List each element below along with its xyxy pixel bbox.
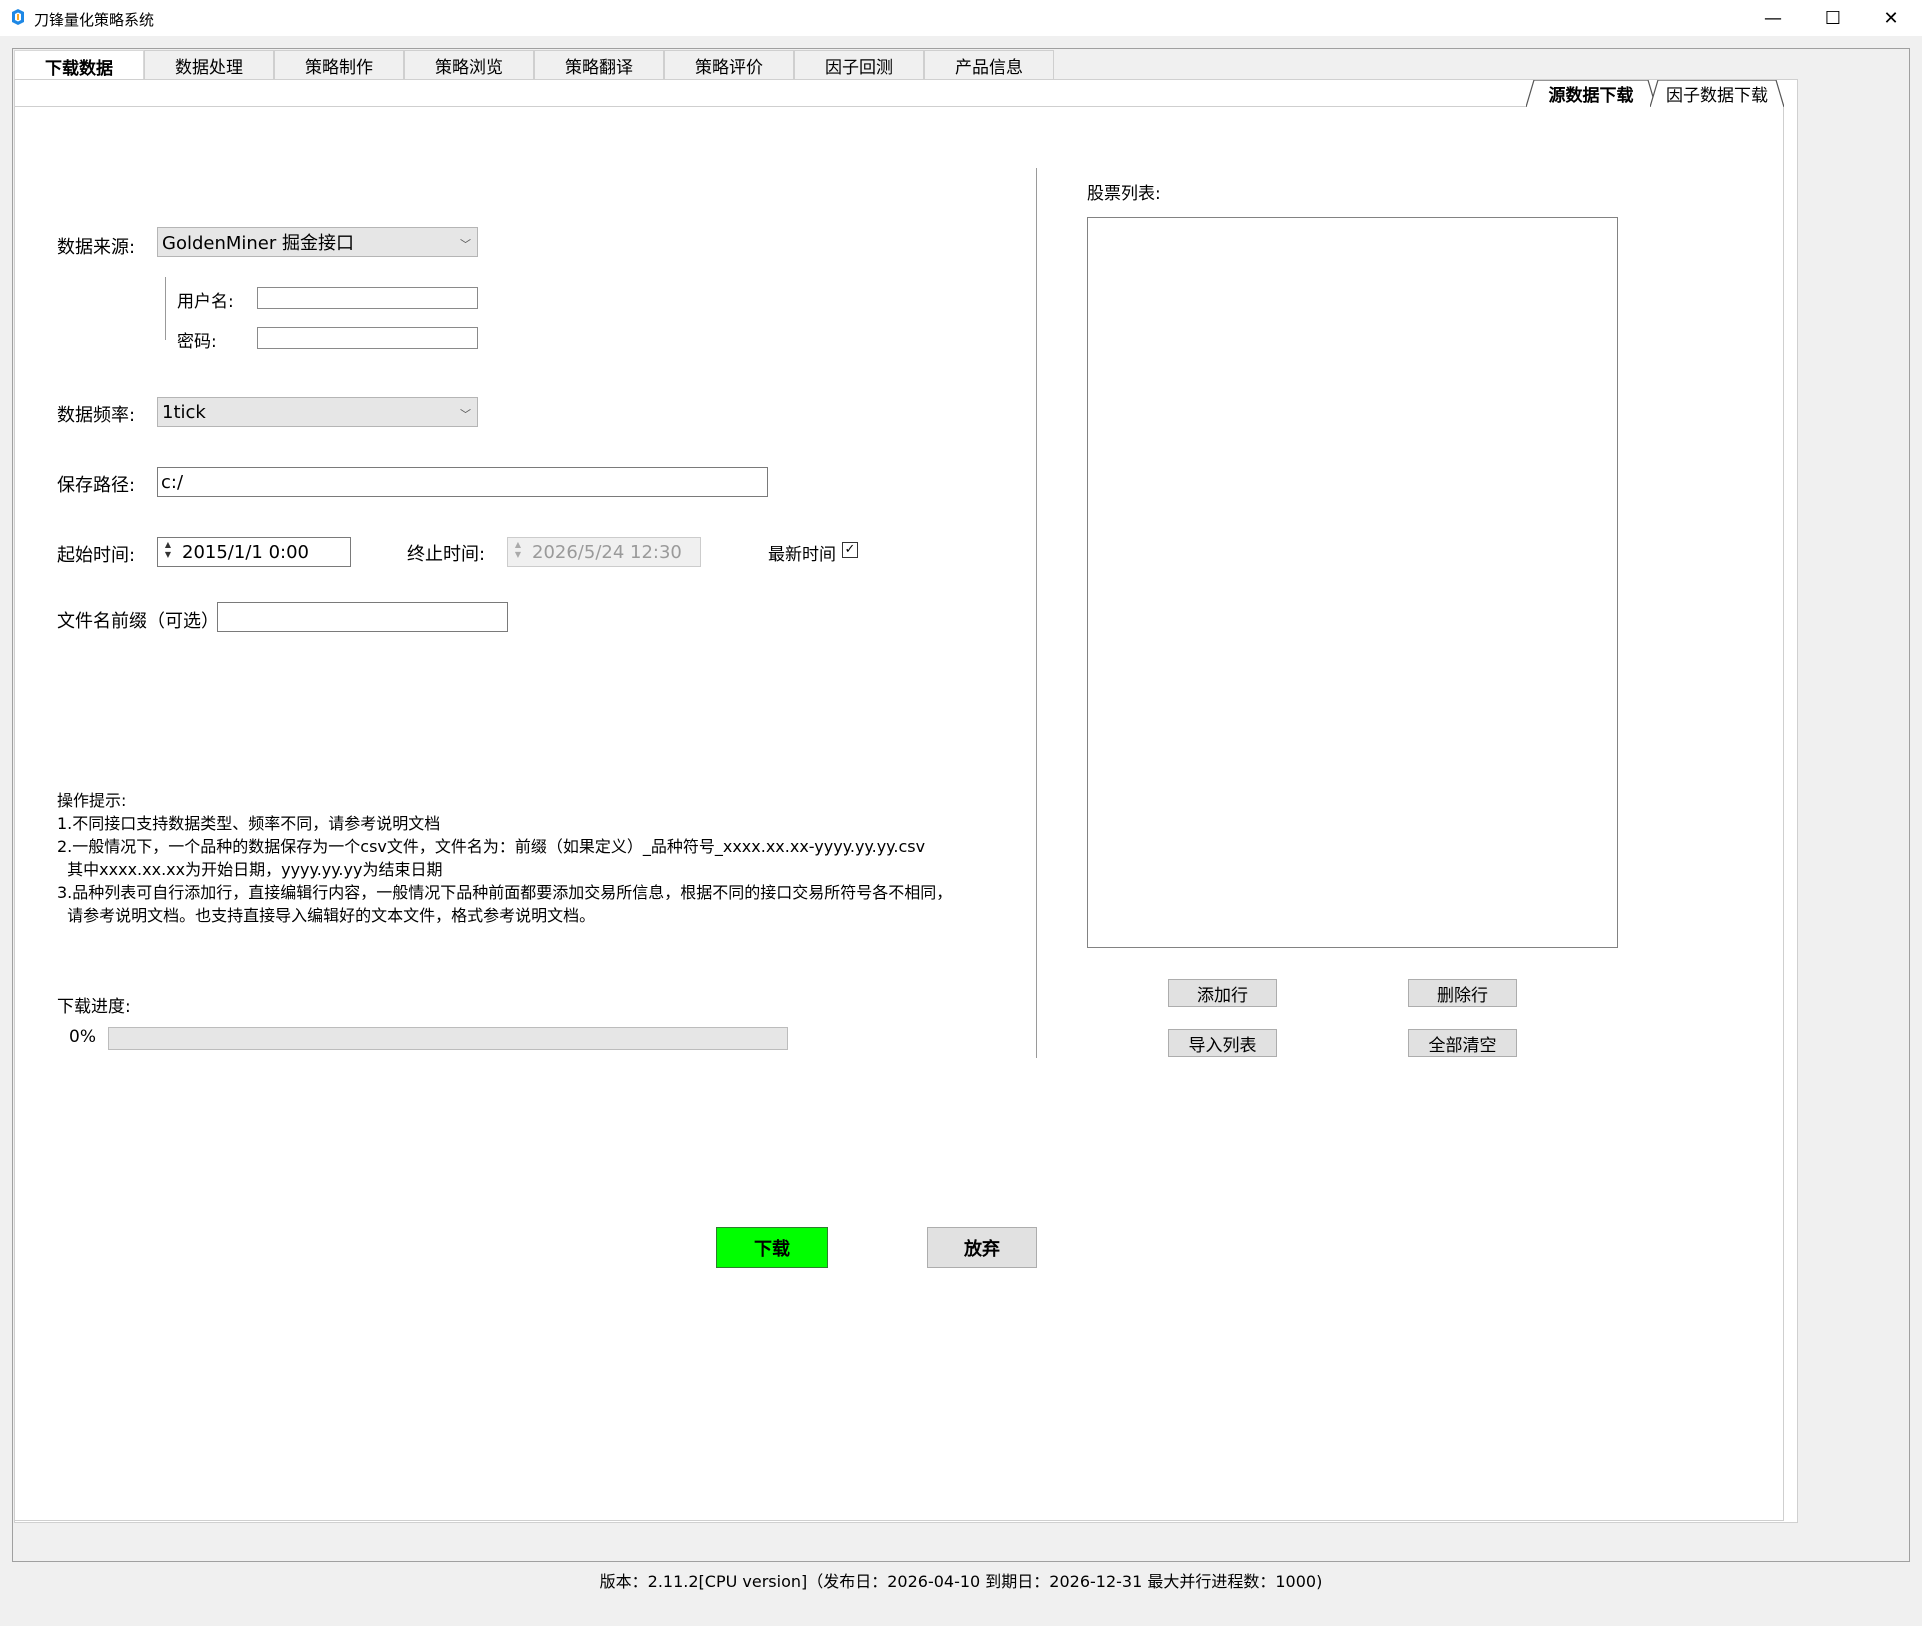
filename-prefix-label: 文件名前缀（可选） <box>57 611 219 632</box>
data-source-label: 数据来源: <box>57 237 136 258</box>
end-time-label: 终止时间: <box>407 544 486 565</box>
tab-data-processing[interactable]: 数据处理 <box>144 50 274 80</box>
hint-line: 请参考说明文档。也支持直接导入编辑好的文本文件，格式参考说明文档。 <box>57 906 596 925</box>
app-logo-icon <box>12 9 24 25</box>
data-frequency-label: 数据频率: <box>57 405 136 426</box>
tab-strategy-translate[interactable]: 策略翻译 <box>534 50 664 80</box>
stock-list-label: 股票列表: <box>1087 184 1161 204</box>
latest-time-checkbox[interactable]: ✓ <box>842 542 858 558</box>
tab-download-data[interactable]: 下载数据 <box>14 50 144 82</box>
save-path-label: 保存路径: <box>57 475 136 496</box>
credentials-group-line <box>165 277 166 340</box>
maximize-button[interactable]: ☐ <box>1804 0 1862 36</box>
spin-updown-icon: ▲ ▼ <box>514 540 522 559</box>
end-time-picker: ▲ ▼ 2026/5/24 12:30 <box>507 537 701 567</box>
spin-updown-icon[interactable]: ▲ ▼ <box>160 540 176 564</box>
start-time-picker[interactable]: ▲ ▼ 2015/1/1 0:00 <box>157 537 351 567</box>
title-bar: 刀锋量化策略系统 — ☐ ✕ <box>0 0 1922 36</box>
checkmark-icon: ✓ <box>844 542 856 557</box>
clear-all-button[interactable]: 全部清空 <box>1408 1029 1517 1057</box>
download-progress-bar <box>108 1027 788 1050</box>
start-time-label: 起始时间: <box>57 545 136 566</box>
tab-strategy-creation[interactable]: 策略制作 <box>274 50 404 80</box>
abandon-button[interactable]: 放弃 <box>927 1227 1037 1268</box>
hint-line: 3.品种列表可自行添加行，直接编辑行内容，一般情况下品种前面都要添加交易所信息，… <box>57 883 953 902</box>
save-path-input[interactable]: c:/ <box>157 467 768 497</box>
main-tab-strip: 下载数据 数据处理 策略制作 策略浏览 策略翻译 策略评价 因子回测 产品信息 <box>14 50 1054 82</box>
status-bar: 版本：2.11.2[CPU version]（发布日：2026-04-10 到期… <box>599 1572 1323 1591</box>
latest-time-label: 最新时间 <box>768 545 836 565</box>
download-button[interactable]: 下载 <box>716 1227 828 1268</box>
subtab-factor-data-download[interactable]: 因子数据下载 <box>1650 80 1784 107</box>
window-title: 刀锋量化策略系统 <box>34 11 155 29</box>
download-progress-label: 下载进度: <box>57 997 131 1017</box>
hint-line: 其中xxxx.xx.xx为开始日期，yyyy.yy.yy为结束日期 <box>57 860 443 879</box>
data-source-select[interactable]: GoldenMiner 掘金接口 ﹀ <box>157 227 478 257</box>
chevron-down-icon: ﹀ <box>460 408 471 421</box>
data-frequency-select[interactable]: 1tick ﹀ <box>157 397 478 427</box>
add-row-button[interactable]: 添加行 <box>1168 979 1277 1007</box>
hint-title: 操作提示: <box>57 791 127 810</box>
tab-product-info[interactable]: 产品信息 <box>924 50 1054 80</box>
import-list-button[interactable]: 导入列表 <box>1168 1029 1277 1057</box>
tab-factor-backtest[interactable]: 因子回测 <box>794 50 924 80</box>
close-button[interactable]: ✕ <box>1862 0 1920 36</box>
vertical-divider <box>1036 168 1037 1058</box>
minimize-button[interactable]: — <box>1744 0 1802 36</box>
hint-line: 1.不同接口支持数据类型、频率不同，请参考说明文档 <box>57 814 441 833</box>
chevron-down-icon: ﹀ <box>460 238 471 251</box>
username-label: 用户名: <box>177 292 234 312</box>
filename-prefix-input[interactable] <box>217 602 508 632</box>
operation-hints: 操作提示: 1.不同接口支持数据类型、频率不同，请参考说明文档 2.一般情况下，一个… <box>57 789 952 927</box>
tab-strategy-evaluate[interactable]: 策略评价 <box>664 50 794 80</box>
subtab-source-data-download[interactable]: 源数据下载 <box>1526 80 1656 107</box>
password-input[interactable] <box>257 327 478 349</box>
username-input[interactable] <box>257 287 478 309</box>
progress-percent: 0% <box>69 1027 96 1047</box>
password-label: 密码: <box>177 332 217 352</box>
hint-line: 2.一般情况下，一个品种的数据保存为一个csv文件，文件名为：前缀（如果定义）_… <box>57 837 926 856</box>
stock-list[interactable] <box>1087 217 1618 948</box>
tab-strategy-browse[interactable]: 策略浏览 <box>404 50 534 80</box>
delete-row-button[interactable]: 删除行 <box>1408 979 1517 1007</box>
